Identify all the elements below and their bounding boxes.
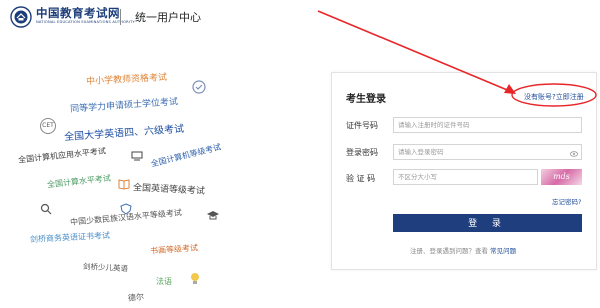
help-text: 注册、登录遇到问题？查看 常见问题 bbox=[410, 245, 516, 255]
forgot-password-link[interactable]: 忘记密码? bbox=[552, 196, 581, 206]
cloud-word: 全国计算机应用水平考试 bbox=[17, 146, 107, 165]
login-card: 考生登录 没有账号?立即注册 证件号码 登录密码 验 证 码 mds 忘记密码?… bbox=[331, 72, 597, 270]
cloud-word: 中小学教师资格考试 bbox=[85, 72, 168, 88]
login-button[interactable]: 登 录 bbox=[393, 214, 582, 232]
neea-logo-icon[interactable] bbox=[10, 6, 32, 28]
cloud-word: 全国英语等级考试 bbox=[132, 183, 206, 197]
lightbulb-icon bbox=[191, 273, 199, 284]
graduation-cap-icon bbox=[207, 211, 219, 220]
cloud-word: 剑桥少儿英语 bbox=[82, 261, 129, 274]
captcha-input[interactable] bbox=[393, 169, 538, 185]
cloud-word: 同等学力申请硕士学位考试 bbox=[69, 97, 179, 115]
cloud-word: 全国大学英语四、六级考试 bbox=[63, 123, 185, 144]
captcha-image[interactable]: mds bbox=[541, 169, 582, 185]
help-prefix: 注册、登录遇到问题？查看 bbox=[410, 247, 488, 255]
cloud-word: 书画等级考试 bbox=[149, 243, 199, 256]
book-icon bbox=[118, 179, 130, 190]
id-number-input[interactable] bbox=[393, 117, 582, 133]
page-title: 统一用户中心 bbox=[135, 11, 201, 24]
badge-icon bbox=[192, 80, 206, 94]
search-icon bbox=[40, 203, 52, 215]
cloud-word: 德尔 bbox=[127, 292, 145, 303]
site-name[interactable]: 中国教育考试网 bbox=[36, 5, 120, 21]
login-title: 考生登录 bbox=[346, 94, 386, 105]
cet-icon: CET bbox=[40, 118, 56, 134]
register-link[interactable]: 没有账号?立即注册 bbox=[524, 92, 584, 102]
computer-icon bbox=[131, 151, 143, 161]
password-input[interactable] bbox=[393, 144, 582, 160]
faq-link[interactable]: 常见问题 bbox=[490, 247, 516, 255]
cloud-word: 法语 bbox=[156, 277, 172, 286]
id-number-label: 证件号码 bbox=[346, 121, 378, 130]
show-password-eye-icon[interactable] bbox=[570, 151, 578, 157]
header: 中国教育考试网 NATIONAL EDUCATION EXAMINATIONS … bbox=[0, 0, 600, 34]
captcha-label: 验 证 码 bbox=[346, 174, 376, 183]
header-divider bbox=[120, 9, 121, 25]
cloud-word: 剑桥商务英语证书考试 bbox=[29, 230, 111, 245]
cloud-word: 全国计算机等级考试 bbox=[149, 142, 223, 169]
cloud-word: 全国计算水平考试 bbox=[46, 173, 112, 190]
password-label: 登录密码 bbox=[346, 148, 378, 157]
